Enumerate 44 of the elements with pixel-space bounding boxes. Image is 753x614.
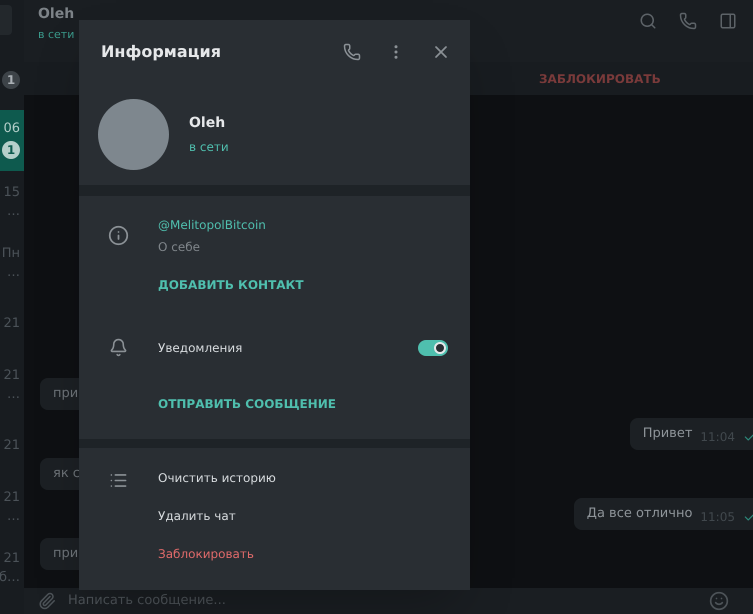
contact-status: в сети [38,27,74,43]
chat-snippet: … [7,388,20,400]
notifications-label: Уведомления [158,340,244,356]
chat-time: 15 [3,186,20,198]
username-link[interactable]: @MelitopolBitcoin [158,216,304,234]
phone-icon[interactable] [343,43,361,61]
profile-name: Oleh [189,114,226,133]
chat-time: 06 [3,122,20,135]
chat-snippet: … [7,510,20,522]
message-text: при [53,385,78,404]
notifications-toggle[interactable] [418,340,448,356]
chat-time: 21 [3,490,20,504]
add-contact-link[interactable]: ДОБАВИТЬ КОНТАКТ [158,276,304,294]
sidebar-toggle-icon[interactable] [719,12,737,30]
chat-list-item[interactable]: 06 1 [0,110,24,171]
bell-icon [109,338,128,357]
chat-time: 21 [3,368,20,382]
unread-badge: 1 [2,141,20,159]
message-text: Привет [642,425,692,444]
menu-action[interactable]: Очистить историю [158,470,276,486]
emoji-icon[interactable] [709,591,729,611]
chat-snippet: б… [0,570,20,584]
bio-label: О себе [158,239,202,256]
send-message-link[interactable]: ОТПРАВИТЬ СООБЩЕНИЕ [158,397,336,411]
phone-icon[interactable] [679,12,697,30]
chat-time: 21 [3,317,20,330]
message-text: Да все отлично [586,505,692,524]
paperclip-icon[interactable] [38,592,56,610]
search-icon[interactable] [639,12,657,30]
list-icon [109,471,128,490]
message-text: при [53,545,78,564]
chat-time: 21 [3,552,20,564]
menu-action[interactable]: Заблокировать [158,546,276,562]
chat-time: Пн [2,246,20,260]
dialog-title: Информация [101,41,221,63]
contact-name: Oleh [38,5,74,24]
menu-action[interactable]: Удалить чат [158,508,276,524]
profile-status: в сети [189,139,229,156]
chat-time: 21 [3,439,20,452]
chat-snippet: … [7,266,20,278]
info-icon [108,225,129,246]
chat-snippet: … [7,204,20,218]
message-text: як с [53,465,80,484]
unread-badge: 1 [2,70,20,88]
